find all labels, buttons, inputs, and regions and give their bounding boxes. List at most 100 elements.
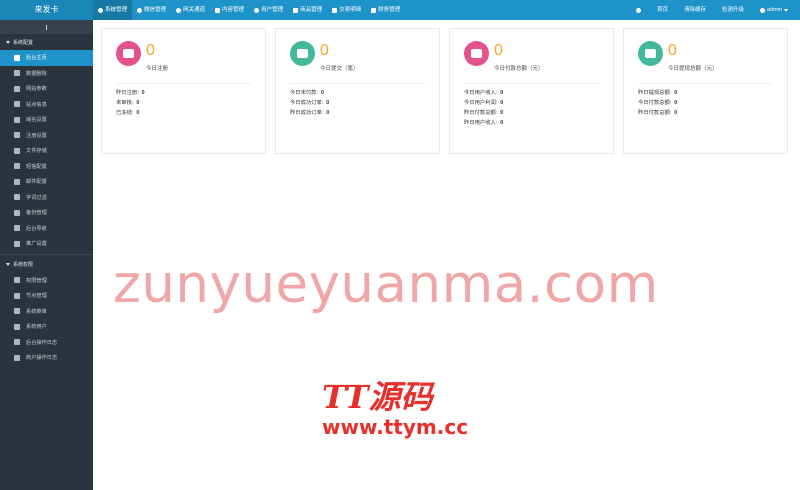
stat-number: 0 <box>674 100 678 106</box>
user-menu[interactable]: admin <box>752 0 796 20</box>
sidebar-group-system-config[interactable]: 系统配置 <box>0 34 93 50</box>
refresh-icon <box>635 7 641 13</box>
menu-icon <box>14 308 20 315</box>
brand-title[interactable]: 来发卡 <box>0 0 93 20</box>
watermark-text: zunyueyuanma.com <box>113 254 659 315</box>
money-icon <box>371 7 377 13</box>
stat-number: 0 <box>141 90 145 96</box>
clear-cache-button[interactable]: 清除缓存 <box>676 0 714 20</box>
topnav-system-management[interactable]: 系统管理 <box>93 0 133 20</box>
sidebar-item-sms-config[interactable]: 短信配置 <box>0 159 93 175</box>
topnav-transaction-details[interactable]: 交易明细 <box>327 0 366 20</box>
card-divider <box>464 83 599 84</box>
sidebar-item-site-params[interactable]: 网站参数 <box>0 81 93 97</box>
stat-row: 今日用户收入: 0 <box>464 88 503 98</box>
stat-label: 今日成功订单: <box>290 100 324 106</box>
stat-title: 今日注册 <box>146 66 169 72</box>
sidebar-item-nodes[interactable]: 节点管理 <box>0 288 93 304</box>
stat-card-today-withdraw: 0 今日提现总额（元） 昨日提现总额: 0 今日付款总额: 0 昨日付款总额: 0 <box>623 28 788 154</box>
topnav-wechat-management[interactable]: 微信管理 <box>132 0 171 20</box>
database-icon <box>14 209 20 216</box>
sidebar-item-promotion[interactable]: 推广设置 <box>0 236 93 252</box>
link-icon <box>14 70 20 77</box>
sidebar-item-domain-settings[interactable]: 域名设置 <box>0 112 93 128</box>
info-icon <box>14 101 20 108</box>
sidebar-item-data-delete[interactable]: 数据删除 <box>0 66 93 82</box>
stat-label: 未审核: <box>116 100 134 106</box>
home-link[interactable]: 首页 <box>649 0 676 20</box>
document-icon <box>215 7 221 13</box>
topnav-gateway-channel[interactable]: 网关通道 <box>171 0 210 20</box>
topnav-user-management[interactable]: 用户管理 <box>249 0 288 20</box>
gear-icon <box>98 7 103 13</box>
topnav-label: 系统管理 <box>105 7 128 13</box>
sidebar-item-label: 商户操作日志 <box>26 355 58 362</box>
sidebar-item-site-info[interactable]: 站点信息 <box>0 97 93 113</box>
sidebar-item-label: 后台操作日志 <box>26 339 58 346</box>
sidebar-item-system-menu[interactable]: 系统菜单 <box>0 304 93 320</box>
stat-number: 0 <box>674 90 678 96</box>
stat-row: 今日未付款: 0 <box>290 88 329 98</box>
sidebar-item-register-settings[interactable]: 注册设置 <box>0 128 93 144</box>
stat-label: 昨日提现总额: <box>638 90 672 96</box>
sidebar-item-backup[interactable]: 备份管理 <box>0 205 93 221</box>
stat-number: 0 <box>500 90 504 96</box>
check-update-button[interactable]: 检测升级 <box>714 0 752 20</box>
topnav-finance-management[interactable]: 财务管理 <box>366 0 405 20</box>
sidebar-item-label: 文件存储 <box>26 148 47 155</box>
save-icon <box>14 147 20 154</box>
refresh-button[interactable] <box>628 0 649 20</box>
stat-number: 0 <box>500 110 504 116</box>
top-navbar: 来发卡 系统管理 微信管理 网关通道 内容管理 用户管理 商品管理 交易明细 财… <box>0 0 800 20</box>
database-icon <box>638 41 663 66</box>
stat-number: 0 <box>326 110 330 116</box>
sidebar-item-permissions[interactable]: 权限管理 <box>0 273 93 289</box>
sidebar-divider <box>0 253 93 255</box>
sidebar-item-dashboard[interactable]: 后台主页 <box>0 50 93 66</box>
stat-title: 今日提交（笔） <box>320 66 359 72</box>
topnav-label: 用户管理 <box>261 7 284 13</box>
info-icon <box>14 292 20 299</box>
stat-label: 已冻结: <box>116 110 134 116</box>
stat-value: 0 <box>668 42 677 59</box>
sidebar-item-merchant-log[interactable]: 商户操作日志 <box>0 350 93 366</box>
topnav-label: 网关通道 <box>183 7 206 13</box>
gear-icon <box>14 132 20 139</box>
wechat-icon <box>137 7 143 13</box>
sidebar-item-admin-log[interactable]: 后台操作日志 <box>0 335 93 351</box>
top-nav-menu: 系统管理 微信管理 网关通道 内容管理 用户管理 商品管理 交易明细 财务管理 <box>93 0 405 20</box>
stat-row: 未审核: 0 <box>116 98 145 108</box>
user-icon <box>760 7 766 13</box>
caret-down-icon <box>6 40 10 44</box>
sidebar-item-system-users[interactable]: 系统用户 <box>0 319 93 335</box>
sidebar-item-word-filter[interactable]: 字词过滤 <box>0 190 93 206</box>
sidebar-item-mail-config[interactable]: 邮件配置 <box>0 174 93 190</box>
users-icon <box>116 41 141 66</box>
stat-label: 今日用户收入: <box>464 90 498 96</box>
stat-list: 今日未付款: 0 今日成功订单: 0 昨日成功订单: 0 <box>290 88 329 118</box>
calendar-icon <box>290 41 315 66</box>
users-icon <box>14 323 20 330</box>
sidebar-group-title: 系统权限 <box>13 262 34 268</box>
stat-label: 今日未付款: <box>290 90 318 96</box>
stat-number: 0 <box>500 120 504 126</box>
topnav-goods-management[interactable]: 商品管理 <box>288 0 327 20</box>
sidebar-item-admin-nav[interactable]: 后台导航 <box>0 221 93 237</box>
stat-list: 昨日提现总额: 0 今日付款总额: 0 昨日付款总额: 0 <box>638 88 677 118</box>
topnav-content-management[interactable]: 内容管理 <box>210 0 249 20</box>
bank-icon <box>14 277 20 284</box>
sidebar-item-label: 后台导航 <box>26 225 47 232</box>
sidebar-group-system-permissions[interactable]: 系统权限 <box>0 257 93 273</box>
stat-label: 今日付款总额: <box>638 100 672 106</box>
bank-icon <box>293 7 299 13</box>
sidebar-item-file-storage[interactable]: 文件存储 <box>0 143 93 159</box>
stat-label: 昨日付款总额: <box>638 110 672 116</box>
topnav-label: 微信管理 <box>144 7 167 13</box>
globe-icon <box>176 7 182 13</box>
pin-icon <box>14 354 20 361</box>
stat-label: 昨日注册: <box>116 90 139 96</box>
stat-row: 昨日提现总额: 0 <box>638 88 677 98</box>
sidebar-collapse-toggle[interactable] <box>0 20 93 34</box>
stat-number: 0 <box>500 100 504 106</box>
sidebar-item-label: 字词过滤 <box>26 194 47 201</box>
